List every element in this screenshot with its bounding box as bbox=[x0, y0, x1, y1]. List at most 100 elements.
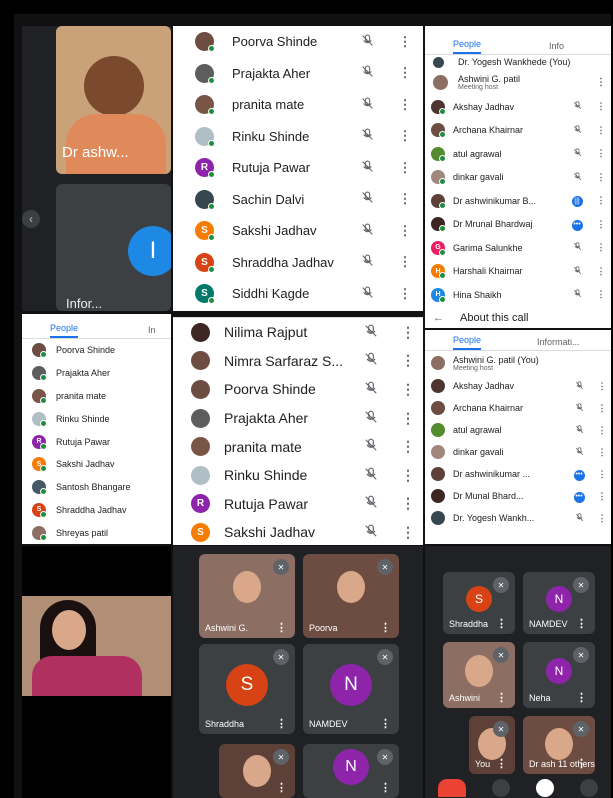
more-options-icon[interactable]: ⋮ bbox=[591, 242, 611, 253]
tab-people[interactable]: People bbox=[453, 335, 482, 350]
participant-row[interactable]: SShraddha Jadhav⋮ bbox=[22, 499, 171, 522]
participant-row[interactable]: S Sakshi Jadhav ⋮ bbox=[173, 518, 423, 545]
participant-row[interactable]: Dr ashwinikumar B... ||| ⋮ bbox=[425, 189, 611, 213]
more-options-icon[interactable]: ⋮ bbox=[393, 524, 423, 541]
participant-row[interactable]: RRutuja Pawar⋮ bbox=[173, 490, 423, 519]
participant-row[interactable]: Archana Khairnar ⋮ bbox=[425, 119, 611, 143]
participant-row[interactable]: RRutuja Pawar⋮ bbox=[173, 152, 423, 184]
host-participant-row[interactable]: Ashwini G. patil (You) Meeting host bbox=[425, 351, 611, 375]
participant-row[interactable]: Sachin Dalvi ⋮ bbox=[173, 184, 423, 216]
video-tile-info[interactable]: I Infor... bbox=[56, 184, 171, 311]
participant-tile[interactable]: ✕ Ashwini ⋮ bbox=[443, 642, 515, 708]
participant-tile[interactable]: N ✕ NAMDEV ⋮ bbox=[523, 572, 595, 634]
more-options-icon[interactable]: ⋮ bbox=[593, 403, 611, 414]
more-options-icon[interactable]: ⋮ bbox=[591, 289, 611, 300]
more-options-icon[interactable]: ⋮ bbox=[393, 467, 423, 484]
more-options-icon[interactable]: ⋮ bbox=[591, 77, 611, 88]
more-options-icon[interactable]: ⋮ bbox=[393, 495, 423, 512]
participant-row[interactable]: Prajakta Aher⋮ bbox=[22, 362, 171, 385]
participant-row[interactable]: pranita mate⋮ bbox=[173, 432, 423, 461]
more-options-icon[interactable]: ⋮ bbox=[387, 254, 423, 270]
more-options-icon[interactable]: ⋮ bbox=[276, 717, 287, 730]
host-participant-row[interactable]: Ashwini G. patil Meeting host ⋮ bbox=[425, 69, 611, 95]
participant-row[interactable]: Santosh Bhangare⋮ bbox=[22, 476, 171, 499]
more-options-icon[interactable]: ⋮ bbox=[593, 491, 611, 502]
more-options-icon[interactable]: ⋮ bbox=[276, 781, 287, 794]
participant-row[interactable]: Rinku Shinde⋮ bbox=[22, 407, 171, 430]
participant-row[interactable]: pranita mate⋮ bbox=[173, 89, 423, 121]
participant-row[interactable]: RRutuja Pawar⋮ bbox=[22, 430, 171, 453]
more-options-icon[interactable]: ⋮ bbox=[387, 65, 423, 81]
more-options-icon[interactable]: ⋮ bbox=[387, 191, 423, 207]
participant-row[interactable]: Akshay Jadhav ⋮ bbox=[425, 375, 611, 397]
more-options-icon[interactable]: ⋮ bbox=[387, 128, 423, 144]
participant-tile[interactable]: ✕ Ashwini G. ⋮ bbox=[199, 554, 295, 638]
tab-info[interactable]: In bbox=[148, 325, 156, 338]
participant-row[interactable]: Shreyas patil⋮ bbox=[22, 521, 171, 544]
participant-row[interactable]: Poorva Shinde⋮ bbox=[173, 26, 423, 58]
participant-row[interactable]: pranita mate⋮ bbox=[22, 385, 171, 408]
participant-row[interactable]: dinkar gavali ⋮ bbox=[425, 166, 611, 190]
more-options-icon[interactable]: ⋮ bbox=[393, 381, 423, 398]
more-options-icon[interactable]: ⋮ bbox=[593, 513, 611, 524]
more-options-icon[interactable]: ⋮ bbox=[393, 438, 423, 455]
tab-info[interactable]: Info bbox=[549, 41, 564, 54]
more-options-icon[interactable]: ⋮ bbox=[593, 425, 611, 436]
tab-people[interactable]: People bbox=[453, 39, 482, 54]
more-options-icon[interactable]: ⋮ bbox=[393, 352, 423, 369]
participant-row[interactable]: Nimra Sarfaraz S... ⋮ bbox=[173, 347, 423, 376]
participant-tile[interactable]: ✕ Dr ash 11 others ⋮ bbox=[523, 716, 595, 774]
participant-row[interactable]: Akshay Jadhav ⋮ bbox=[425, 95, 611, 119]
more-options-icon[interactable]: ⋮ bbox=[593, 447, 611, 458]
more-options-icon[interactable]: ⋮ bbox=[393, 324, 423, 341]
more-button[interactable] bbox=[580, 779, 598, 797]
more-options-icon[interactable]: ⋮ bbox=[591, 125, 611, 136]
participant-tile[interactable]: ✕ ⋮ bbox=[219, 744, 295, 798]
left-arrow-icon[interactable]: ‹ bbox=[22, 210, 40, 228]
more-options-icon[interactable]: ⋮ bbox=[593, 469, 611, 480]
participant-row[interactable]: Nilima Rajput ⋮ bbox=[173, 318, 423, 347]
back-arrow-icon[interactable]: ← bbox=[433, 312, 444, 324]
participant-row[interactable]: Dr Mrunal Bhardwaj ••• ⋮ bbox=[425, 213, 611, 237]
more-options-icon[interactable]: ⋮ bbox=[591, 219, 611, 230]
more-options-icon[interactable]: ⋮ bbox=[387, 286, 423, 302]
more-options-icon[interactable]: ⋮ bbox=[591, 172, 611, 183]
participant-row[interactable]: Dr. Yogesh Wankh... ⋮ bbox=[425, 507, 611, 529]
about-call-row[interactable]: ← About this call bbox=[425, 307, 611, 329]
mic-button[interactable] bbox=[536, 779, 554, 797]
participant-row[interactable]: H Hina Shaikh ⋮ bbox=[425, 283, 611, 307]
participant-row[interactable]: dinkar gavali ⋮ bbox=[425, 441, 611, 463]
more-options-icon[interactable]: ⋮ bbox=[591, 101, 611, 112]
camera-button[interactable] bbox=[492, 779, 510, 797]
participant-row[interactable]: Dr ashwinikumar ... ••• ⋮ bbox=[425, 463, 611, 485]
self-participant-row[interactable]: Dr. Yogesh Wankhede (You) bbox=[425, 55, 611, 69]
participant-row[interactable]: Prajakta Aher⋮ bbox=[173, 58, 423, 90]
more-options-icon[interactable]: ⋮ bbox=[591, 266, 611, 277]
participant-row[interactable]: Archana Khairnar ⋮ bbox=[425, 397, 611, 419]
more-options-icon[interactable]: ⋮ bbox=[496, 617, 507, 630]
video-frame[interactable] bbox=[22, 596, 171, 696]
more-options-icon[interactable]: ⋮ bbox=[576, 691, 587, 704]
more-options-icon[interactable]: ⋮ bbox=[496, 757, 507, 770]
more-options-icon[interactable]: ⋮ bbox=[276, 621, 287, 634]
more-options-icon[interactable]: ⋮ bbox=[591, 195, 611, 206]
more-options-icon[interactable]: ⋮ bbox=[576, 617, 587, 630]
more-options-icon[interactable]: ⋮ bbox=[393, 410, 423, 427]
participant-row[interactable]: S Sakshi Jadhav ⋮ bbox=[173, 215, 423, 247]
more-options-icon[interactable]: ⋮ bbox=[387, 34, 423, 50]
participant-tile[interactable]: ✕ Poorva ⋮ bbox=[303, 554, 399, 638]
more-options-icon[interactable]: ⋮ bbox=[380, 621, 391, 634]
tab-people[interactable]: People bbox=[50, 323, 79, 338]
more-options-icon[interactable]: ⋮ bbox=[387, 97, 423, 113]
participant-row[interactable]: Prajakta Aher⋮ bbox=[173, 404, 423, 433]
more-options-icon[interactable]: ⋮ bbox=[380, 781, 391, 794]
participant-row[interactable]: SShraddha Jadhav⋮ bbox=[173, 247, 423, 279]
participant-row[interactable]: Poorva Shinde⋮ bbox=[22, 339, 171, 362]
participant-row[interactable]: atul agrawal ⋮ bbox=[425, 142, 611, 166]
participant-tile[interactable]: S ✕ Shraddha ⋮ bbox=[443, 572, 515, 634]
more-options-icon[interactable]: ⋮ bbox=[496, 691, 507, 704]
participant-row[interactable]: Rinku Shinde⋮ bbox=[173, 121, 423, 153]
participant-row[interactable]: H Harshali Khairnar ⋮ bbox=[425, 260, 611, 284]
participant-row[interactable]: Dr Munal Bhard... ••• ⋮ bbox=[425, 485, 611, 507]
more-options-icon[interactable]: ⋮ bbox=[576, 757, 587, 770]
